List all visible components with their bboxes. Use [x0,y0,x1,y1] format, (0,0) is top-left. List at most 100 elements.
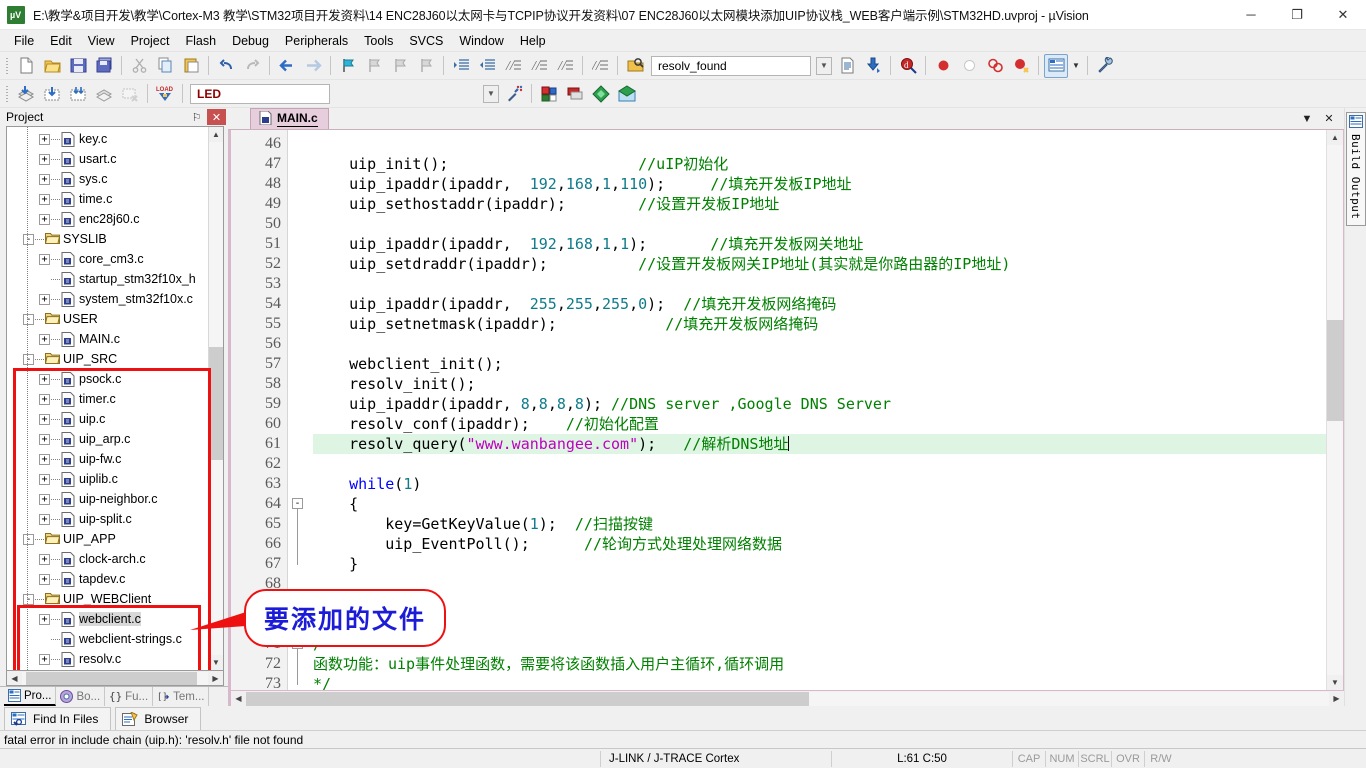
project-tab-tem[interactable]: [] Tem... [153,687,210,706]
hscroll-track[interactable] [22,671,208,685]
tree-group-row[interactable]: - UIP_WEBClient [7,589,208,609]
expand-icon[interactable]: + [39,613,50,625]
code-line[interactable]: webclient_init(); [313,354,1326,374]
code-line[interactable]: */ [313,674,1326,690]
navigate-forward-icon[interactable] [301,54,325,78]
code-line[interactable]: uip_setdraddr(ipaddr); //设置开发板网关IP地址(其实就… [313,254,1326,274]
hscroll-thumb[interactable] [25,671,197,685]
project-tree[interactable]: + key.c + usart.c + sys.c + time.c + enc28j60.c - S… [7,127,208,670]
expand-icon[interactable]: + [39,153,50,165]
target-combo[interactable]: LED [190,83,330,104]
editor-vertical-scrollbar[interactable]: ▲ ▼ [1326,130,1343,690]
indent-icon[interactable] [449,54,473,78]
comment-icon[interactable]: // [501,54,525,78]
copy-icon[interactable] [153,54,177,78]
minimize-button[interactable]: ─ [1228,0,1274,30]
tree-file-row[interactable]: + uip.c [7,409,208,429]
load-icon[interactable]: LOAD [153,82,177,106]
menu-item-tools[interactable]: Tools [356,31,401,51]
code-line[interactable] [313,594,1326,614]
tree-group-row[interactable]: - USER [7,309,208,329]
tree-file-row[interactable]: + uiplib.c [7,469,208,489]
code-text[interactable]: uip_init(); //uIP初始化 uip_ipaddr(ipaddr, … [309,130,1326,690]
tree-file-row[interactable]: + sys.c [7,169,208,189]
editor-scroll-thumb[interactable] [1327,319,1343,421]
code-line[interactable] [313,614,1326,634]
uncomment-icon[interactable]: // [527,54,551,78]
expand-icon[interactable]: + [39,493,50,505]
menu-item-svcs[interactable]: SVCS [401,31,451,51]
configure-icon[interactable] [1093,54,1117,78]
tree-file-row[interactable]: + MAIN.c [7,329,208,349]
tree-file-row[interactable]: + clock-arch.c [7,549,208,569]
expand-icon[interactable]: + [39,173,50,185]
build-icon[interactable] [14,82,38,106]
tree-file-row[interactable]: + timer.c [7,389,208,409]
kill-all-breakpoints-icon[interactable] [983,54,1007,78]
expand-icon[interactable]: + [39,193,50,205]
tree-file-row[interactable]: + uip_arp.c [7,429,208,449]
tree-file-row[interactable]: webclient-strings.c [7,629,208,649]
code-line[interactable]: 函数功能：uip事件处理函数，需要将该函数插入用户主循环,循环调用 [313,654,1326,674]
function-combo-arrow-icon[interactable]: ▼ [815,54,833,78]
uncomment2-icon[interactable]: // [553,54,577,78]
window-layout-dropdown-icon[interactable]: ▼ [1070,54,1082,78]
disable-all-breakpoints-icon[interactable] [1009,54,1033,78]
editor-scroll-left-icon[interactable]: ◀ [231,694,246,703]
tree-file-row[interactable]: + system_stm32f10x.c [7,289,208,309]
code-line[interactable]: uip_ipaddr(ipaddr, 8,8,8,8); //DNS serve… [313,394,1326,414]
open-file-icon[interactable] [40,54,64,78]
save-icon[interactable] [66,54,90,78]
bottom-tab-find-in-files[interactable]: Find In Files [4,707,112,730]
download-icon[interactable] [861,54,885,78]
editor-hscroll-thumb[interactable] [246,691,810,706]
code-line[interactable]: resolv_query("www.wanbangee.com"); //解析D… [313,434,1326,454]
editor-tab-menu-icon[interactable]: ▼ [1296,108,1318,129]
tree-file-row[interactable]: + psock.c [7,369,208,389]
editor-tab-close-icon[interactable]: ✕ [1318,108,1340,129]
editor-scroll-down-icon[interactable]: ▼ [1327,675,1343,690]
insert-file-icon[interactable] [835,54,859,78]
scroll-thumb[interactable] [209,347,223,461]
tree-file-row[interactable]: + enc28j60.c [7,209,208,229]
expand-icon[interactable]: + [39,553,50,565]
manage-project-items-icon[interactable] [537,82,561,106]
tree-file-row[interactable]: + uip-neighbor.c [7,489,208,509]
menu-item-debug[interactable]: Debug [224,31,277,51]
bookmark-prev-icon[interactable] [362,54,386,78]
menu-item-project[interactable]: Project [123,31,178,51]
scroll-right-icon[interactable]: ▶ [208,674,223,683]
code-line[interactable] [313,274,1326,294]
tree-file-row[interactable]: + tapdev.c [7,569,208,589]
menu-item-edit[interactable]: Edit [42,31,80,51]
code-line[interactable] [313,334,1326,354]
tree-group-row[interactable]: - UIP_SRC [7,349,208,369]
tree-group-row[interactable]: - SYSLIB [7,229,208,249]
code-line[interactable]: while(1) [313,474,1326,494]
project-tab-bo[interactable]: Bo... [56,687,106,706]
new-file-icon[interactable] [14,54,38,78]
function-browse-icon[interactable] [623,54,647,78]
redo-icon[interactable] [240,54,264,78]
project-tab-fu[interactable]: {} Fu... [105,687,154,706]
collapse-icon[interactable]: - [23,533,34,545]
scroll-track[interactable] [209,142,223,655]
project-tree-horizontal-scrollbar[interactable]: ◀ ▶ [6,671,224,686]
expand-icon[interactable]: + [39,133,50,145]
rebuild-icon[interactable] [40,82,64,106]
batch-build-icon[interactable] [66,82,90,106]
expand-icon[interactable]: + [39,513,50,525]
manage-runtime-env-icon[interactable] [589,82,613,106]
expand-icon[interactable]: + [39,413,50,425]
code-line[interactable]: } [313,554,1326,574]
tree-file-row[interactable]: + core_cm3.c [7,249,208,269]
expand-icon[interactable]: + [39,433,50,445]
expand-icon[interactable]: + [39,333,50,345]
cut-icon[interactable] [127,54,151,78]
tree-file-row[interactable]: + usart.c [7,149,208,169]
scroll-up-icon[interactable]: ▲ [209,127,223,142]
bottom-tab-browser[interactable]: Browser [115,707,202,730]
expand-icon[interactable]: + [39,453,50,465]
stop-build-icon[interactable] [118,82,142,106]
menu-item-peripherals[interactable]: Peripherals [277,31,356,51]
